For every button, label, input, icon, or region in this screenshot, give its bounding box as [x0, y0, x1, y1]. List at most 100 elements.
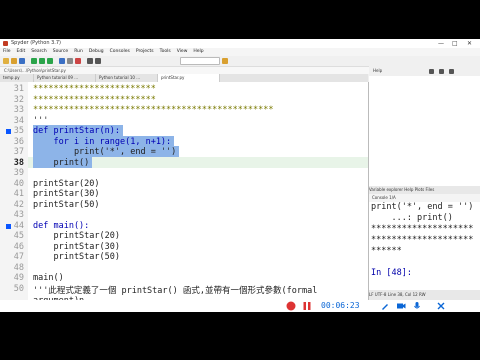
menu-source[interactable]: Source — [53, 49, 68, 54]
line-number: 41 — [13, 189, 24, 199]
line-number: 34 — [13, 115, 24, 126]
line-number: 32 — [13, 94, 24, 105]
tab-printstar[interactable]: printStar.py — [158, 74, 220, 82]
code-line[interactable]: print('*', end = '') — [33, 147, 176, 157]
save-icon[interactable] — [19, 58, 25, 64]
python-path-icon[interactable] — [95, 58, 101, 64]
console-tab[interactable]: Console 1/A — [369, 194, 480, 202]
menu-tools[interactable]: Tools — [160, 49, 171, 54]
pane-home-icon[interactable] — [449, 69, 454, 74]
status-bar: LF UTF-8 Line 38, Col 12 RW — [369, 290, 480, 300]
line-number: 44 — [13, 220, 24, 231]
line-number: 47 — [13, 252, 24, 262]
settings-icon[interactable] — [87, 58, 93, 64]
pane-lock-icon[interactable] — [439, 69, 444, 74]
mic-icon[interactable] — [412, 301, 422, 311]
recording-timer: 00:06:23 — [321, 301, 360, 310]
line-number: 48 — [13, 262, 24, 273]
open-file-icon[interactable] — [11, 58, 17, 64]
recorder-close-icon[interactable] — [436, 301, 446, 311]
line-number: 33 — [13, 105, 24, 115]
menu-debug[interactable]: Debug — [89, 49, 104, 54]
menu-file[interactable]: File — [3, 49, 11, 54]
console-line: ...: print() — [371, 213, 453, 223]
console-line: ******************** — [371, 224, 474, 234]
line-number: 46 — [13, 241, 24, 252]
code-line[interactable]: printStar(20) — [33, 179, 100, 189]
code-line[interactable]: printStar(30) — [33, 189, 100, 199]
title-bar: Spyder (Python 3.7) — □ ✕ — [0, 39, 480, 48]
code-line[interactable]: ************************ — [33, 84, 156, 94]
record-icon[interactable] — [286, 301, 296, 311]
console-line: ****** — [371, 246, 402, 256]
help-pane-header: Help — [369, 66, 480, 76]
editor-tabs: temp.py Python tutorial 09 ... Python tu… — [0, 74, 368, 82]
spyder-app-icon — [3, 41, 8, 46]
line-number: 38 — [13, 157, 24, 168]
code-line[interactable]: printStar(50) — [33, 252, 120, 262]
menu-projects[interactable]: Projects — [136, 49, 154, 54]
line-number: 31 — [13, 84, 24, 94]
stop-icon[interactable] — [75, 58, 81, 64]
working-dir-field[interactable] — [180, 57, 220, 65]
menu-search[interactable]: Search — [31, 49, 46, 54]
browse-dir-icon[interactable] — [222, 58, 228, 64]
code-line[interactable]: ''' — [33, 116, 48, 126]
code-line[interactable]: printStar(30) — [33, 242, 120, 252]
tab-tutorial-10[interactable]: Python tutorial 10 ... — [96, 74, 158, 82]
menu-edit[interactable]: Edit — [17, 49, 26, 54]
spyder-window: Spyder (Python 3.7) — □ ✕ File Edit Search… — [0, 39, 480, 300]
screen: Spyder (Python 3.7) — □ ✕ File Edit Search… — [0, 0, 480, 360]
code-line[interactable]: printStar(50) — [33, 200, 100, 210]
line-number: 45 — [13, 231, 24, 241]
debug-icon[interactable] — [59, 58, 65, 64]
console-line: ******************** — [371, 235, 474, 245]
webcam-icon[interactable] — [396, 301, 406, 311]
window-title: Spyder (Python 3.7) — [11, 40, 61, 46]
line-number: 36 — [13, 136, 24, 147]
menu-view[interactable]: View — [177, 49, 188, 54]
maximize-button[interactable]: □ — [452, 39, 458, 48]
code-line[interactable]: ************************ — [33, 95, 156, 105]
console-line: In [48]: — [371, 268, 412, 278]
minimize-button[interactable]: — — [438, 39, 444, 48]
code-line[interactable]: main() — [33, 273, 64, 283]
code-line[interactable]: ****************************************… — [33, 105, 274, 115]
code-line[interactable]: def main(): — [33, 221, 89, 231]
fold-marker-icon[interactable] — [6, 129, 11, 134]
code-line[interactable]: printStar(20) — [33, 231, 120, 241]
pause-icon[interactable] — [302, 301, 312, 311]
line-number: 37 — [13, 147, 24, 157]
ipython-console[interactable]: print('*', end = '') ...: print() *******… — [371, 202, 479, 300]
code-line[interactable]: for i in range(1, n+1): — [33, 137, 171, 147]
recorder-bar: 00:06:23 — [0, 300, 480, 312]
code-line[interactable]: print() — [33, 158, 89, 168]
new-file-icon[interactable] — [3, 58, 9, 64]
fold-marker-icon[interactable] — [6, 223, 11, 229]
menu-bar: File Edit Search Source Run Debug Consoles Proj… — [0, 48, 480, 56]
pane-tabs[interactable]: Variable explorer Help Plots Files — [369, 186, 480, 194]
code-line[interactable]: def printStar(n): — [33, 126, 120, 136]
tab-temp[interactable]: temp.py — [0, 74, 34, 82]
line-number: 49 — [13, 273, 24, 283]
line-number: 42 — [13, 199, 24, 210]
console-line: print('*', end = '') — [371, 202, 474, 212]
menu-help[interactable]: Help — [193, 49, 203, 54]
menu-run[interactable]: Run — [74, 49, 83, 54]
tab-tutorial-09[interactable]: Python tutorial 09 ... — [34, 74, 96, 82]
right-pane: Help Variable explorer Help Plots Files … — [369, 66, 480, 300]
step-icon[interactable] — [67, 58, 73, 64]
run-selection-icon[interactable] — [47, 58, 53, 64]
line-number: 35 — [13, 126, 24, 136]
pane-options-icon[interactable] — [429, 69, 434, 74]
close-button[interactable]: ✕ — [467, 39, 472, 48]
run-cell-icon[interactable] — [39, 58, 45, 64]
run-icon[interactable] — [31, 58, 37, 64]
line-number: 39 — [13, 168, 24, 178]
menu-consoles[interactable]: Consoles — [110, 49, 130, 54]
code-editor[interactable]: 31 ************************ 32 ************… — [0, 82, 369, 300]
line-number: 43 — [13, 210, 24, 220]
pen-icon[interactable] — [380, 301, 390, 311]
